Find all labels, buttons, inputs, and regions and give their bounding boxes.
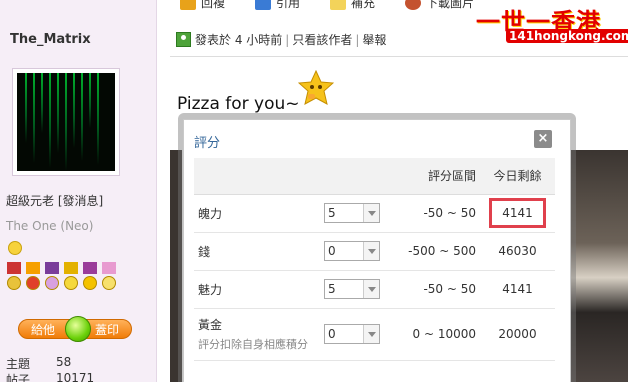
user-stats: 主題 58 帖子 10171 — [6, 355, 94, 382]
download-image-icon — [405, 0, 422, 10]
give-stamp-left-label: 給他 — [31, 322, 56, 337]
username[interactable]: The_Matrix — [10, 32, 91, 47]
chevron-down-icon[interactable] — [363, 204, 379, 222]
score-select[interactable]: 5 — [324, 279, 380, 299]
reply-label: 回複 — [201, 0, 226, 10]
give-stamp-button[interactable]: 給他 蓋印 — [18, 316, 132, 342]
quote-button[interactable]: 引用 — [255, 0, 300, 11]
stat-row: 帖子 10171 — [6, 371, 94, 382]
stat-row: 主題 58 — [6, 355, 94, 371]
stamp-knob-icon — [65, 316, 91, 342]
score-range: -50 ~ 50 — [400, 194, 480, 233]
author-only-link[interactable]: 只看該作者 — [292, 31, 352, 48]
medal-icon — [25, 262, 41, 294]
table-header-row: 評分區間 今日剩餘 — [194, 158, 555, 195]
medal-icon — [6, 262, 22, 294]
table-row: 魄力 5 -50 ~ 50 4141 — [194, 194, 555, 233]
score-select[interactable]: 0 — [324, 324, 380, 344]
separator: | — [285, 32, 290, 47]
score-range: 0 ~ 10000 — [400, 308, 480, 361]
range-header: 評分區間 — [400, 158, 480, 195]
thinking-star-emoji-icon — [298, 70, 334, 105]
reply-button[interactable]: 回複 — [180, 0, 225, 11]
chevron-down-icon[interactable] — [363, 242, 379, 260]
report-link[interactable]: 舉報 — [362, 31, 386, 48]
table-row: 魅力 5 -50 ~ 50 4141 — [194, 270, 555, 309]
score-name-cell: 黃金 評分扣除自身相應積分 — [194, 308, 324, 361]
post-meta: 發表於 4 小時前 | 只看該作者 | 舉報 — [176, 31, 386, 48]
quote-icon — [255, 0, 272, 10]
avatar[interactable] — [12, 68, 120, 176]
rating-table: 評分區間 今日剩餘 魄力 5 -50 ~ 50 4141 錢 0 -500 ~ … — [194, 158, 555, 361]
table-row: 錢 0 -500 ~ 500 46030 — [194, 232, 555, 271]
remaining-value-highlighted: 4141 — [489, 198, 546, 228]
matrix-avatar-image — [17, 73, 115, 171]
table-row: 黃金 評分扣除自身相應積分 0 0 ~ 10000 20000 — [194, 308, 555, 361]
score-select[interactable]: 0 — [324, 241, 380, 261]
site-logo-url: 141hongkong.com — [506, 29, 628, 43]
give-stamp-right-label: 蓋印 — [94, 322, 119, 337]
score-select-value: 0 — [328, 244, 336, 258]
stat-label: 帖子 — [6, 373, 31, 382]
score-select[interactable]: 5 — [324, 203, 380, 223]
quote-label: 引用 — [276, 0, 301, 10]
remaining-value: 20000 — [480, 308, 555, 361]
score-name: 魄力 — [194, 194, 324, 233]
user-sidebar: The_Matrix 超級元老 [發消息] The One (Neo) 給他 蓋… — [0, 0, 157, 382]
stat-label: 主題 — [6, 357, 31, 371]
close-button[interactable]: × — [534, 130, 552, 148]
score-name: 錢 — [194, 232, 324, 271]
download-image-label: 下載圖片 — [426, 0, 475, 10]
score-name: 黃金 — [198, 318, 223, 332]
divider — [170, 56, 628, 57]
user-rank[interactable]: 超級元老 [發消息] — [6, 192, 103, 209]
score-range: -50 ~ 50 — [400, 270, 480, 309]
remaining-value: 46030 — [480, 232, 555, 271]
score-select-value: 5 — [328, 206, 336, 220]
user-title: The One (Neo) — [6, 219, 94, 233]
chevron-down-icon[interactable] — [363, 325, 379, 343]
medal-icon — [82, 262, 98, 294]
remaining-header: 今日剩餘 — [480, 158, 555, 195]
remaining-value: 4141 — [480, 270, 555, 309]
score-name: 魅力 — [194, 270, 324, 309]
medal-list — [6, 262, 117, 294]
post-content: Pizza for you~ — [177, 94, 300, 114]
reply-icon — [180, 0, 196, 10]
smiley-icon — [8, 241, 22, 255]
post-time: 發表於 4 小時前 — [195, 33, 283, 47]
stat-value[interactable]: 10171 — [56, 371, 94, 382]
site-logo[interactable]: 一世一香港 141hongkong.com — [476, 2, 628, 48]
user-status-icon — [176, 32, 191, 47]
rating-dialog: 評分 × 評分區間 今日剩餘 魄力 5 -50 ~ 50 4141 錢 0 -5… — [183, 119, 571, 382]
score-range: -500 ~ 500 — [400, 232, 480, 271]
post-toolbar: 回複 引用 補充 下載圖片 — [180, 0, 474, 11]
medal-icon — [44, 262, 60, 294]
post-image[interactable] — [568, 150, 628, 382]
medal-icon — [101, 262, 117, 294]
chevron-down-icon[interactable] — [363, 280, 379, 298]
dialog-title: 評分 — [194, 136, 221, 151]
download-image-button[interactable]: 下載圖片 — [405, 0, 474, 11]
medal-icon — [63, 262, 79, 294]
supplement-button[interactable]: 補充 — [330, 0, 375, 11]
score-select-value: 0 — [328, 327, 336, 341]
separator: | — [355, 32, 360, 47]
stat-value[interactable]: 58 — [56, 355, 71, 371]
score-select-value: 5 — [328, 282, 336, 296]
note-icon — [330, 0, 347, 10]
score-note: 評分扣除自身相應積分 — [198, 338, 308, 351]
supplement-label: 補充 — [351, 0, 376, 10]
